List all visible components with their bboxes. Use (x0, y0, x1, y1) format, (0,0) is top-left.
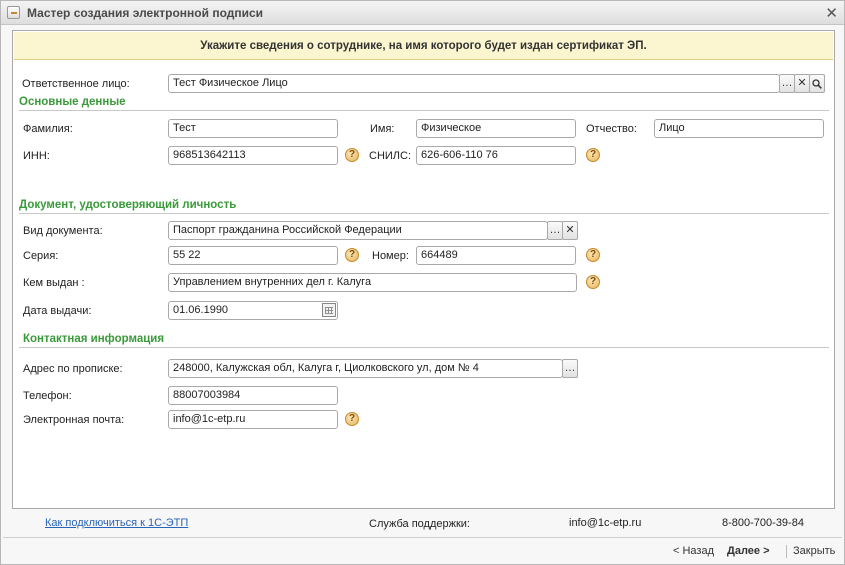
responsible-label: Ответственное лицо: (22, 78, 130, 90)
series-help-icon[interactable]: ? (345, 248, 359, 262)
section-contact-title: Контактная информация (23, 333, 165, 345)
next-button[interactable]: Далее > (727, 545, 770, 557)
first-name-field[interactable]: Физическое (416, 119, 576, 138)
inn-help-icon[interactable]: ? (345, 148, 359, 162)
issue-date-label: Дата выдачи: (23, 305, 92, 317)
inn-label: ИНН: (23, 150, 50, 162)
instruction-banner: Укажите сведения о сотруднике, на имя ко… (14, 32, 833, 60)
email-help-icon[interactable]: ? (345, 412, 359, 426)
doc-type-field[interactable]: Паспорт гражданина Российской Федерации (168, 221, 548, 240)
phone-field[interactable]: 88007003984 (168, 386, 338, 405)
close-window-icon[interactable]: ✕ (825, 4, 838, 22)
responsible-field[interactable]: Тест Физическое Лицо (168, 74, 780, 93)
app-icon (7, 6, 20, 19)
how-to-connect-link[interactable]: Как подключиться к 1С-ЭТП (45, 517, 188, 529)
series-label: Серия: (23, 250, 59, 262)
address-field[interactable]: 248000, Калужская обл, Калуга г, Циолков… (168, 359, 563, 378)
close-button[interactable]: Закрыть (793, 545, 835, 557)
support-phone: 8-800-700-39-84 (722, 517, 804, 529)
snils-label: СНИЛС: (369, 150, 412, 162)
issuer-label: Кем выдан : (23, 277, 85, 289)
support-email: info@1c-etp.ru (569, 517, 642, 529)
nav-separator (786, 545, 787, 558)
last-name-field[interactable]: Тест (168, 119, 338, 138)
number-label: Номер: (372, 250, 409, 262)
issuer-help-icon[interactable]: ? (586, 275, 600, 289)
section-basic-divider (19, 110, 829, 111)
snils-help-icon[interactable]: ? (586, 148, 600, 162)
number-help-icon[interactable]: ? (586, 248, 600, 262)
doc-type-select-button[interactable]: … (547, 221, 563, 240)
section-document-divider (19, 213, 829, 214)
responsible-search-button[interactable] (809, 74, 825, 93)
wizard-window: Мастер создания электронной подписи ✕ Ук… (0, 0, 845, 565)
snils-field[interactable]: 626-606-110 76 (416, 146, 576, 165)
last-name-label: Фамилия: (23, 123, 73, 135)
section-basic-title: Основные денные (19, 96, 126, 108)
email-label: Электронная почта: (23, 414, 125, 426)
calendar-icon[interactable] (322, 303, 336, 317)
footer-divider (3, 537, 842, 538)
email-field[interactable]: info@1c-etp.ru (168, 410, 338, 429)
responsible-clear-button[interactable]: ✕ (794, 74, 810, 93)
window-title: Мастер создания электронной подписи (27, 6, 264, 20)
address-label: Адрес по прописке: (23, 363, 123, 375)
first-name-label: Имя: (370, 123, 395, 135)
title-bar: Мастер создания электронной подписи ✕ (1, 1, 844, 25)
doc-type-label: Вид документа: (23, 225, 103, 237)
section-contact-divider (19, 347, 829, 348)
support-label: Служба поддержки: (369, 518, 470, 530)
middle-name-label: Отчество: (586, 123, 637, 135)
back-button[interactable]: < Назад (673, 545, 714, 557)
responsible-select-button[interactable]: … (779, 74, 795, 93)
form-panel: Укажите сведения о сотруднике, на имя ко… (12, 30, 835, 509)
section-document-title: Документ, удостоверяющий личность (19, 199, 237, 211)
search-icon (812, 79, 822, 89)
inn-field[interactable]: 968513642113 (168, 146, 338, 165)
issue-date-field[interactable]: 01.06.1990 (168, 301, 338, 320)
doc-type-clear-button[interactable]: ✕ (562, 221, 578, 240)
series-field[interactable]: 55 22 (168, 246, 338, 265)
issuer-field[interactable]: Управлением внутренних дел г. Калуга (168, 273, 577, 292)
address-select-button[interactable]: … (562, 359, 578, 378)
phone-label: Телефон: (23, 390, 72, 402)
middle-name-field[interactable]: Лицо (654, 119, 824, 138)
number-field[interactable]: 664489 (416, 246, 576, 265)
